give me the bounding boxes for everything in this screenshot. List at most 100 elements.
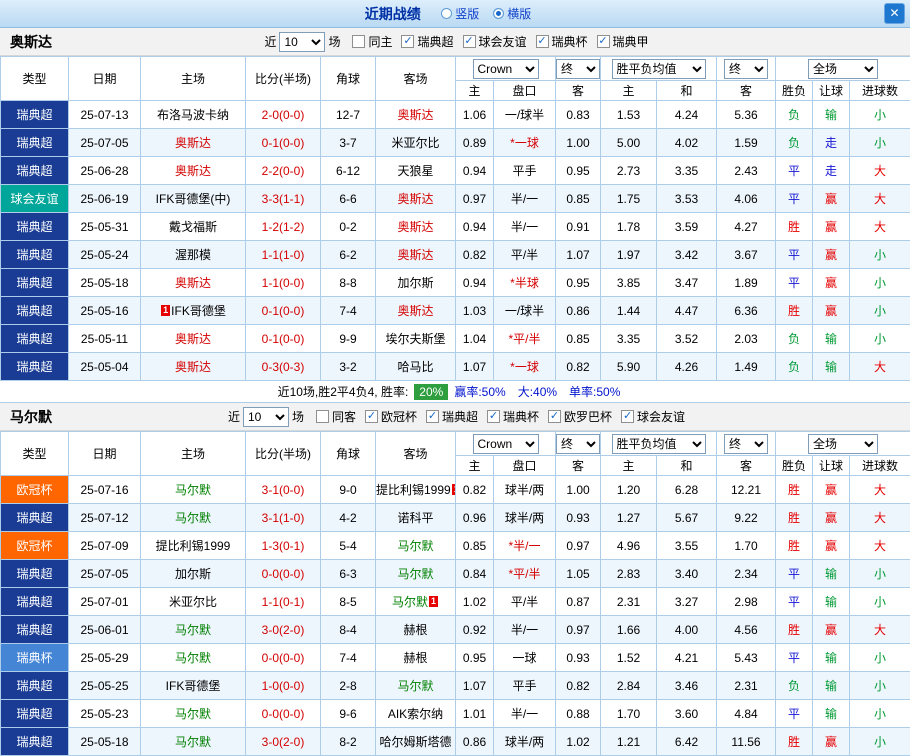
odds-home: 0.84 [456, 560, 494, 588]
home-team: 马尔默 [141, 504, 246, 532]
final-odds-select-cell: 终 [556, 432, 601, 456]
avg-draw: 3.46 [657, 672, 717, 700]
filter-checkbox[interactable]: 同主 [352, 33, 392, 50]
odds-home: 0.82 [456, 476, 494, 504]
score: 1-3(0-1) [246, 532, 321, 560]
bookmaker-select[interactable]: Crown [473, 59, 539, 79]
result-goals: 小 [850, 560, 910, 588]
team-label: 奥斯达 [397, 248, 433, 262]
result-handicap: 输 [813, 560, 850, 588]
final-odds-select[interactable]: 终 [556, 434, 600, 454]
avg-away: 3.67 [717, 241, 776, 269]
filter-checkbox[interactable]: ✓瑞典杯 [536, 33, 588, 50]
final-odds-select[interactable]: 终 [556, 59, 600, 79]
filter-checkbox[interactable]: ✓欧罗巴杯 [548, 408, 612, 425]
match-count-select[interactable]: 10 [279, 32, 325, 52]
bookmaker-select-cell: Crown [456, 57, 556, 81]
odds-home: 0.92 [456, 616, 494, 644]
scope-select[interactable]: 全场 [808, 434, 878, 454]
result-goals: 大 [850, 616, 910, 644]
filter-checkbox[interactable]: ✓欧冠杯 [365, 408, 417, 425]
games-label: 场 [292, 408, 304, 425]
score: 3-3(1-1) [246, 185, 321, 213]
result-handicap: 赢 [813, 616, 850, 644]
close-icon: ✕ [889, 6, 899, 20]
corners: 6-2 [321, 241, 376, 269]
avg-home: 1.97 [601, 241, 657, 269]
filter-checkbox[interactable]: 同客 [316, 408, 356, 425]
avg-draw: 4.24 [657, 101, 717, 129]
bookmaker-select[interactable]: Crown [473, 434, 539, 454]
radio-label: 竖版 [455, 5, 479, 22]
layout-radio[interactable]: 横版 [493, 5, 531, 22]
final-avg-select[interactable]: 终 [724, 59, 768, 79]
odds-away: 0.95 [556, 269, 601, 297]
sub-header: 主 [601, 456, 657, 476]
league-badge: 瑞典杯 [1, 644, 69, 672]
match-date: 25-05-23 [69, 700, 141, 728]
avg-draw: 6.28 [657, 476, 717, 504]
result-goals: 小 [850, 700, 910, 728]
score: 0-0(0-0) [246, 644, 321, 672]
filter-checkbox[interactable]: ✓球会友谊 [463, 33, 527, 50]
corners: 6-6 [321, 185, 376, 213]
avg-away: 4.56 [717, 616, 776, 644]
league-badge: 瑞典超 [1, 700, 69, 728]
corners: 8-8 [321, 269, 376, 297]
filter-checkbox[interactable]: ✓瑞典超 [401, 33, 453, 50]
home-team: 奥斯达 [141, 353, 246, 381]
team-label: 渥那模 [175, 248, 211, 262]
odds-home: 0.85 [456, 532, 494, 560]
corners: 8-4 [321, 616, 376, 644]
result-handicap: 输 [813, 101, 850, 129]
away-team: 马尔默1 [376, 588, 456, 616]
filter-checkbox[interactable]: ✓瑞典甲 [597, 33, 649, 50]
result-goals: 小 [850, 728, 910, 756]
match-date: 25-05-31 [69, 213, 141, 241]
team-label: 戴戈福斯 [169, 220, 217, 234]
match-count-select[interactable]: 10 [243, 407, 289, 427]
avg-home: 2.83 [601, 560, 657, 588]
match-date: 25-07-12 [69, 504, 141, 532]
sub-header: 和 [657, 456, 717, 476]
avg-away: 2.98 [717, 588, 776, 616]
checkbox-unchecked-icon [352, 35, 365, 48]
result-goals: 小 [850, 325, 910, 353]
score: 0-1(0-0) [246, 129, 321, 157]
odds-handicap: 半/一 [494, 185, 556, 213]
final-avg-select[interactable]: 终 [724, 434, 768, 454]
scope-select[interactable]: 全场 [808, 59, 878, 79]
odds-handicap: 一/球半 [494, 101, 556, 129]
avg-home: 2.84 [601, 672, 657, 700]
avg-draw: 4.21 [657, 644, 717, 672]
summary-text: 近10场,胜2平4负4, 胜率: [278, 383, 409, 400]
odds-away: 1.02 [556, 728, 601, 756]
odds-away: 0.83 [556, 101, 601, 129]
team-label: 哈尔姆斯塔德 [379, 735, 451, 749]
sections-container: 奥斯达近10场同主✓瑞典超✓球会友谊✓瑞典杯✓瑞典甲类型日期主场比分(半场)角球… [0, 28, 910, 756]
result-wdl: 胜 [776, 616, 813, 644]
odds-home: 0.94 [456, 157, 494, 185]
wdl-avg-select[interactable]: 胜平负均值 [612, 59, 706, 79]
team-label: 提比利锡1999 [376, 483, 451, 497]
filter-checkbox[interactable]: ✓瑞典超 [426, 408, 478, 425]
odds-away: 0.82 [556, 672, 601, 700]
odds-handicap: 平手 [494, 157, 556, 185]
away-team: 提比利锡19991 [376, 476, 456, 504]
home-team: 提比利锡1999 [141, 532, 246, 560]
corners: 6-12 [321, 157, 376, 185]
league-badge: 瑞典超 [1, 213, 69, 241]
sub-header: 主 [456, 81, 494, 101]
team-label: 米亚尔比 [169, 595, 217, 609]
column-header: 日期 [69, 432, 141, 476]
odds-handicap: 球半/两 [494, 728, 556, 756]
wdl-avg-select[interactable]: 胜平负均值 [612, 434, 706, 454]
filter-checkbox[interactable]: ✓瑞典杯 [487, 408, 539, 425]
layout-radio[interactable]: 竖版 [441, 5, 479, 22]
close-button[interactable]: ✕ [884, 3, 905, 24]
column-header: 角球 [321, 57, 376, 101]
team-label: IFK哥德堡(中) [156, 192, 231, 206]
team-label: 奥斯达 [397, 108, 433, 122]
team-label: 加尔斯 [175, 567, 211, 581]
filter-checkbox[interactable]: ✓球会友谊 [621, 408, 685, 425]
